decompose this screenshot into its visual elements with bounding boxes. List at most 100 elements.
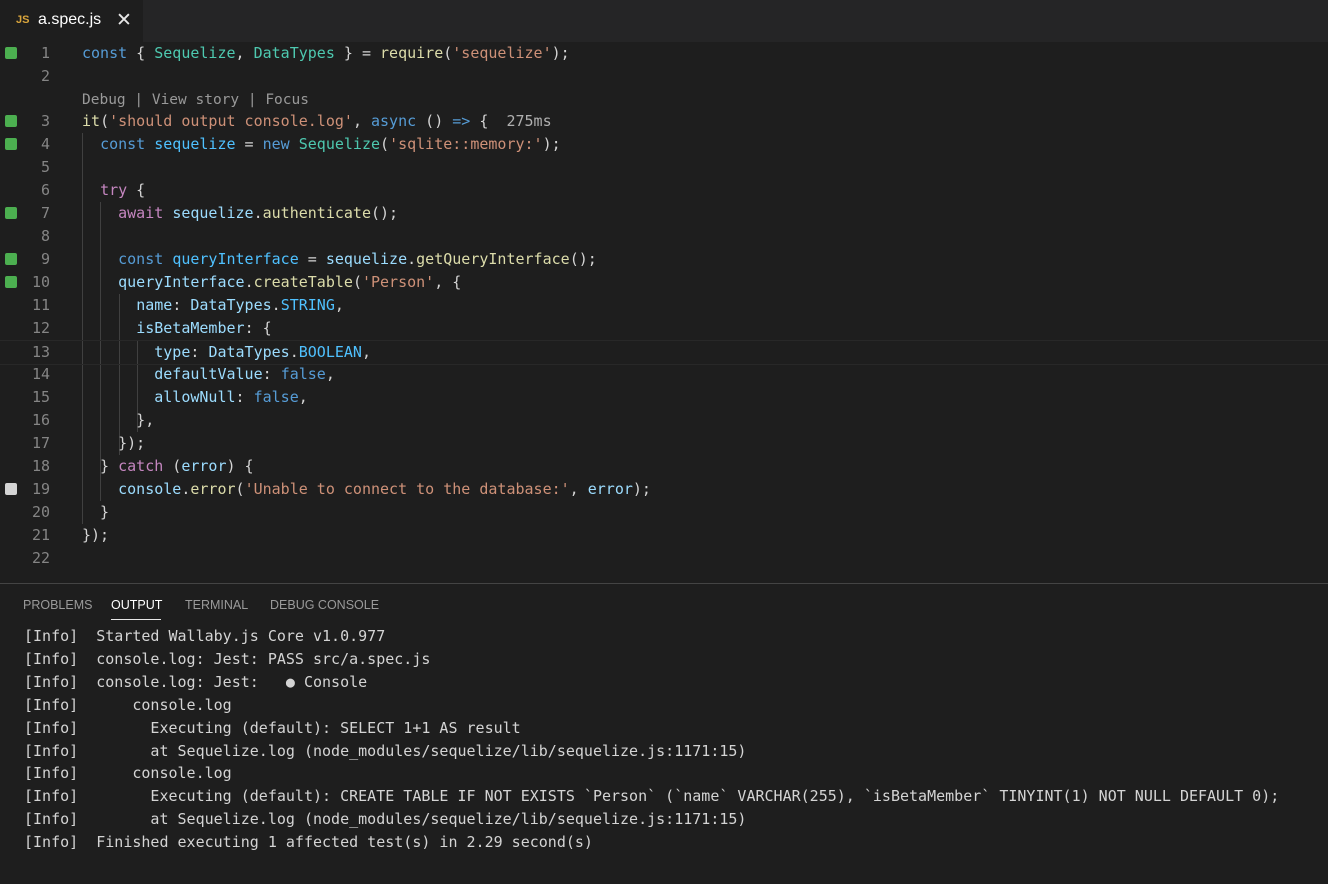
code-line[interactable]: 2 [0, 65, 1328, 88]
code-token: isBetaMember [136, 319, 245, 337]
code-token: createTable [253, 273, 353, 291]
code-token: } [82, 457, 119, 475]
coverage-covered-icon[interactable] [5, 276, 17, 288]
code-token: 'sequelize' [452, 44, 552, 62]
tab-terminal[interactable]: TERMINAL [185, 598, 248, 612]
close-icon[interactable]: ✕ [116, 9, 132, 32]
coverage-covered-icon[interactable] [5, 47, 17, 59]
codelens-actions[interactable]: Debug | View story | Focus [82, 90, 309, 110]
code-line[interactable]: 3 it('should output console.log', async (… [0, 110, 1328, 133]
code-token: , [298, 388, 308, 406]
coverage-covered-icon[interactable] [5, 115, 17, 127]
code-editor[interactable]: Debug | View story | Focus 1 const { Sequ… [0, 42, 1328, 583]
code-line[interactable]: 4 const sequelize = new Sequelize('sqlit… [0, 133, 1328, 156]
code-token: }); [82, 434, 146, 452]
code-line[interactable]: 15 allowNull: false, [0, 386, 1328, 409]
line-number: 14 [31, 365, 50, 383]
code-token: false [253, 388, 299, 406]
code-token: sequelize [325, 250, 408, 268]
code-token: allowNull [154, 388, 236, 406]
line-number: 7 [40, 204, 50, 222]
code-token: console [118, 480, 182, 498]
code-token: async [371, 112, 417, 130]
code-token: . [244, 273, 254, 291]
tab-a-spec-js[interactable]: JS a.spec.js ✕ [0, 0, 143, 42]
code-token: . [253, 204, 263, 222]
code-token: }, [82, 411, 155, 429]
code-text: name: DataTypes.STRING, [82, 294, 344, 317]
code-token: } [82, 503, 110, 521]
code-line[interactable]: 20 } [0, 501, 1328, 524]
code-token: sequelize [154, 135, 236, 153]
code-line[interactable]: 22 [0, 547, 1328, 570]
code-token: error [587, 480, 633, 498]
code-token: { [470, 112, 507, 130]
coverage-covered-icon[interactable] [5, 138, 17, 150]
line-number: 15 [31, 388, 50, 406]
code-line[interactable]: 6 try { [0, 179, 1328, 202]
code-line[interactable]: 21}); [0, 524, 1328, 547]
code-token: sequelize [172, 204, 254, 222]
code-line[interactable]: 10 queryInterface.createTable('Person', … [0, 271, 1328, 294]
code-line[interactable]: 7 await sequelize.authenticate(); [0, 202, 1328, 225]
code-token: ( [352, 273, 362, 291]
code-line[interactable]: 12 isBetaMember: { [0, 317, 1328, 340]
line-number: 12 [31, 319, 50, 337]
code-line[interactable]: 19 console.error('Unable to connect to t… [0, 478, 1328, 501]
code-token: defaultValue [154, 365, 263, 383]
code-text: it('should output console.log', async ()… [82, 110, 552, 133]
code-token: error [181, 457, 227, 475]
code-token: error [190, 480, 236, 498]
code-token: => [452, 112, 471, 130]
code-line[interactable]: 14 defaultValue: false, [0, 363, 1328, 386]
code-line[interactable]: 5 [0, 156, 1328, 179]
code-token: const [118, 250, 164, 268]
code-text: type: DataTypes.BOOLEAN, [82, 341, 371, 364]
code-line[interactable]: 17 }); [0, 432, 1328, 455]
code-line[interactable]: 16 }, [0, 409, 1328, 432]
code-text: defaultValue: false, [82, 363, 335, 386]
code-text: const { Sequelize, DataTypes } = require… [82, 42, 570, 65]
code-token: DataTypes [208, 343, 290, 361]
output-line: [Info] Executing (default): SELECT 1+1 A… [24, 718, 521, 737]
line-number: 10 [31, 273, 50, 291]
code-line[interactable]: 11 name: DataTypes.STRING, [0, 294, 1328, 317]
code-token: , [569, 480, 588, 498]
coverage-uncovered-icon[interactable] [5, 483, 17, 495]
code-line[interactable]: 13 type: DataTypes.BOOLEAN, [0, 340, 1328, 365]
tab-problems[interactable]: PROBLEMS [23, 598, 92, 612]
code-text: const queryInterface = sequelize.getQuer… [82, 248, 597, 271]
code-token: : [172, 296, 191, 314]
line-number: 8 [40, 227, 50, 245]
code-token: DataTypes [190, 296, 272, 314]
code-token: { [127, 44, 155, 62]
code-token: () [416, 112, 453, 130]
code-line[interactable]: 18 } catch (error) { [0, 455, 1328, 478]
line-number: 17 [31, 434, 50, 452]
code-line[interactable]: 8 [0, 225, 1328, 248]
line-number: 5 [40, 158, 50, 176]
code-token: queryInterface [172, 250, 299, 268]
line-number: 6 [40, 181, 50, 199]
code-line[interactable]: 1 const { Sequelize, DataTypes } = requir… [0, 42, 1328, 65]
coverage-covered-icon[interactable] [5, 253, 17, 265]
tab-output[interactable]: OUTPUT [111, 598, 162, 612]
coverage-covered-icon[interactable] [5, 207, 17, 219]
code-token: name [136, 296, 173, 314]
line-number: 2 [40, 67, 50, 85]
active-tab-indicator [111, 619, 161, 620]
code-text: } catch (error) { [82, 455, 254, 478]
code-token: const [100, 135, 146, 153]
code-token: Sequelize [154, 44, 236, 62]
line-number: 4 [40, 135, 50, 153]
code-text: allowNull: false, [82, 386, 308, 409]
line-number: 11 [31, 296, 50, 314]
tab-debug-console[interactable]: DEBUG CONSOLE [270, 598, 379, 612]
code-text: } [82, 501, 109, 524]
code-token: : [235, 388, 254, 406]
code-line[interactable]: 9 const queryInterface = sequelize.getQu… [0, 248, 1328, 271]
code-token: authenticate [262, 204, 371, 222]
